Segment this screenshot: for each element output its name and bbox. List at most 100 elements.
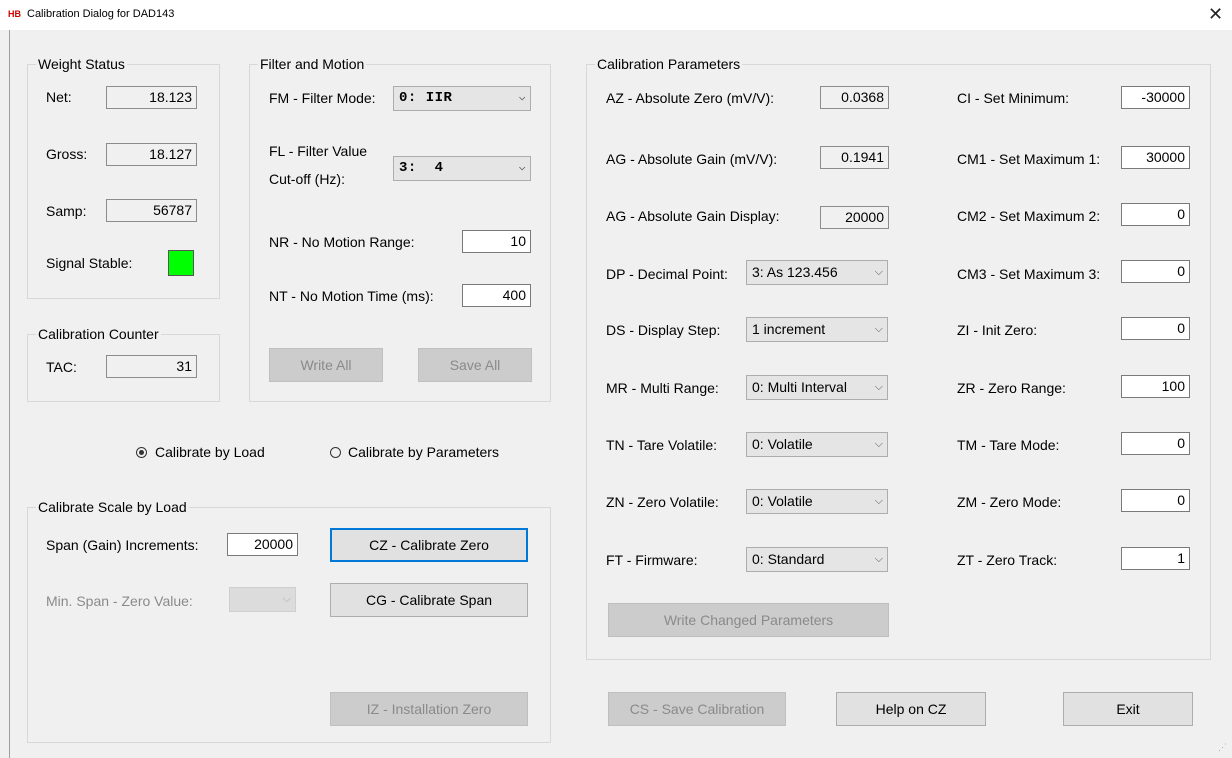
- ci-label: CI - Set Minimum:: [957, 90, 1070, 106]
- cm2-label: CM2 - Set Maximum 2:: [957, 208, 1101, 224]
- ag-display-label: AG - Absolute Gain Display:: [606, 208, 780, 224]
- fl-select[interactable]: 3: 4 ⌵: [393, 156, 531, 181]
- ds-select[interactable]: 1 increment ⌵: [746, 317, 888, 342]
- dp-select-value: 3: As 123.456: [752, 264, 838, 280]
- ft-select-value: 0: Standard: [752, 551, 825, 567]
- fm-select-value: 0: IIR: [399, 90, 453, 106]
- tm-input[interactable]: 0: [1121, 432, 1190, 455]
- chevron-down-icon: ⌵: [518, 162, 526, 174]
- zt-input[interactable]: 1: [1121, 547, 1190, 570]
- ci-input[interactable]: -30000: [1121, 86, 1190, 109]
- tm-label: TM - Tare Mode:: [957, 437, 1060, 453]
- chevron-down-icon: ⌵: [874, 553, 883, 565]
- net-value: 18.123: [106, 86, 197, 109]
- ag-display-value: 20000: [820, 206, 889, 229]
- write-changed-parameters-button[interactable]: Write Changed Parameters: [608, 603, 889, 637]
- ag-value: 0.1941: [820, 146, 889, 169]
- calibrate-by-parameters-label[interactable]: Calibrate by Parameters: [348, 444, 499, 460]
- calibrate-span-button[interactable]: CG - Calibrate Span: [330, 583, 528, 617]
- zm-label: ZM - Zero Mode:: [957, 494, 1062, 510]
- chevron-down-icon: ⌵: [874, 323, 883, 335]
- ds-select-value: 1 increment: [752, 321, 826, 337]
- span-increments-label: Span (Gain) Increments:: [46, 537, 199, 553]
- cm3-label: CM3 - Set Maximum 3:: [957, 266, 1101, 282]
- samp-value: 56787: [106, 199, 197, 222]
- app-logo: HB: [8, 9, 21, 19]
- fl-label-line2: Cut-off (Hz):: [269, 171, 345, 187]
- mr-label: MR - Multi Range:: [606, 380, 719, 396]
- chevron-down-icon: ⌵: [282, 593, 291, 605]
- min-span-zero-select[interactable]: ⌵: [229, 587, 296, 612]
- min-span-zero-label: Min. Span - Zero Value:: [46, 593, 193, 609]
- save-calibration-button[interactable]: CS - Save Calibration: [608, 692, 786, 726]
- calibrate-by-parameters-radio[interactable]: [330, 447, 341, 458]
- dp-select[interactable]: 3: As 123.456 ⌵: [746, 260, 888, 285]
- zi-label: ZI - Init Zero:: [957, 322, 1038, 338]
- nt-input[interactable]: 400: [462, 284, 531, 307]
- zr-label: ZR - Zero Range:: [957, 380, 1066, 396]
- ds-label: DS - Display Step:: [606, 322, 721, 338]
- signal-stable-label: Signal Stable:: [46, 255, 133, 271]
- window-title: Calibration Dialog for DAD143: [27, 8, 175, 20]
- calibrate-scale-by-load-legend: Calibrate Scale by Load: [36, 499, 189, 515]
- tac-label: TAC:: [46, 359, 77, 375]
- mr-select[interactable]: 0: Multi Interval ⌵: [746, 375, 888, 400]
- zn-label: ZN - Zero Volatile:: [606, 494, 719, 510]
- weight-status-legend: Weight Status: [36, 56, 127, 72]
- calibrate-by-load-radio[interactable]: [136, 447, 147, 458]
- calibration-parameters-legend: Calibration Parameters: [595, 56, 743, 72]
- chevron-down-icon: ⌵: [874, 381, 883, 393]
- calibration-counter-legend: Calibration Counter: [36, 326, 161, 342]
- resize-grip-icon[interactable]: ⋰: [1218, 742, 1227, 753]
- net-label: Net:: [46, 89, 72, 105]
- filter-motion-legend: Filter and Motion: [258, 56, 367, 72]
- calibrate-zero-button[interactable]: CZ - Calibrate Zero: [330, 528, 528, 562]
- window-border: [9, 30, 10, 758]
- exit-button[interactable]: Exit: [1063, 692, 1193, 726]
- ft-select[interactable]: 0: Standard ⌵: [746, 547, 888, 572]
- zn-select[interactable]: 0: Volatile ⌵: [746, 489, 888, 514]
- tn-select-value: 0: Volatile: [752, 436, 813, 452]
- title-bar: HB Calibration Dialog for DAD143 ✕: [0, 0, 1232, 30]
- write-all-button[interactable]: Write All: [269, 348, 383, 382]
- dp-label: DP - Decimal Point:: [606, 266, 728, 282]
- mr-select-value: 0: Multi Interval: [752, 379, 847, 395]
- save-all-button[interactable]: Save All: [418, 348, 532, 382]
- nt-label: NT - No Motion Time (ms):: [269, 288, 434, 304]
- tn-select[interactable]: 0: Volatile ⌵: [746, 432, 888, 457]
- span-increments-input[interactable]: 20000: [227, 533, 298, 556]
- chevron-down-icon: ⌵: [874, 438, 883, 450]
- az-value: 0.0368: [820, 86, 889, 109]
- samp-label: Samp:: [46, 203, 87, 219]
- zn-select-value: 0: Volatile: [752, 493, 813, 509]
- gross-label: Gross:: [46, 146, 88, 162]
- close-icon[interactable]: ✕: [1208, 4, 1223, 25]
- cm1-input[interactable]: 30000: [1121, 146, 1190, 169]
- tn-label: TN - Tare Volatile:: [606, 437, 718, 453]
- zr-input[interactable]: 100: [1121, 375, 1190, 398]
- installation-zero-button[interactable]: IZ - Installation Zero: [330, 692, 528, 726]
- help-button[interactable]: Help on CZ: [836, 692, 986, 726]
- cm3-input[interactable]: 0: [1121, 260, 1190, 283]
- tac-value: 31: [106, 355, 197, 378]
- zt-label: ZT - Zero Track:: [957, 552, 1058, 568]
- signal-stable-indicator: [168, 250, 194, 276]
- az-label: AZ - Absolute Zero (mV/V):: [606, 90, 775, 106]
- cm2-input[interactable]: 0: [1121, 203, 1190, 226]
- chevron-down-icon: ⌵: [518, 92, 526, 104]
- calibrate-by-load-label[interactable]: Calibrate by Load: [155, 444, 265, 460]
- fm-select[interactable]: 0: IIR ⌵: [393, 86, 531, 111]
- nr-label: NR - No Motion Range:: [269, 234, 415, 250]
- ft-label: FT - Firmware:: [606, 552, 698, 568]
- fl-label-line1: FL - Filter Value: [269, 143, 368, 159]
- fm-label: FM - Filter Mode:: [269, 90, 376, 106]
- nr-input[interactable]: 10: [462, 230, 531, 253]
- ag-label: AG - Absolute Gain (mV/V):: [606, 151, 778, 167]
- chevron-down-icon: ⌵: [874, 495, 883, 507]
- cm1-label: CM1 - Set Maximum 1:: [957, 151, 1101, 167]
- chevron-down-icon: ⌵: [874, 266, 883, 278]
- gross-value: 18.127: [106, 143, 197, 166]
- zm-input[interactable]: 0: [1121, 489, 1190, 512]
- zi-input[interactable]: 0: [1121, 317, 1190, 340]
- fl-select-value: 3: 4: [399, 160, 444, 176]
